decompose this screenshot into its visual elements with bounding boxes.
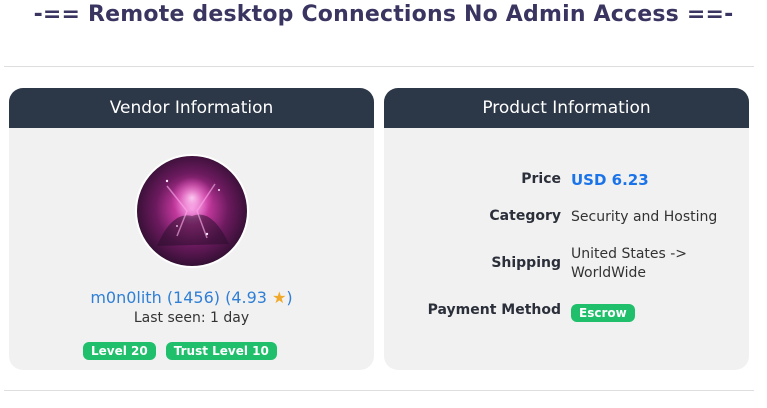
divider-bottom [4,390,754,391]
avatar[interactable] [135,154,249,268]
vendor-rating: (4.93 [225,288,267,307]
star-icon: ★ [272,288,287,307]
vendor-name-link[interactable]: m0n0lith (1456) (4.93 ★) [9,288,374,307]
payment-method-label: Payment Method [427,302,561,318]
vendor-card: Vendor Information m0n0lith (1456) (4.93… [9,88,374,370]
last-seen-text: Last seen: 1 day [133,310,250,326]
category-value: Security and Hosting [571,209,718,225]
shipping-to: WorldWide [571,265,647,281]
divider-top [4,66,754,67]
page-title: -== Remote desktop Connections No Admin … [33,2,734,27]
shipping-value: United States -> WorldWide [571,245,687,283]
product-card-header: Product Information [384,88,749,128]
price-value: USD 6.23 [571,171,649,189]
escrow-badge: Escrow [571,304,635,322]
price-label: Price [521,171,561,187]
vendor-name[interactable]: m0n0lith [90,288,161,307]
product-card: Product Information Price USD 6.23 Categ… [384,88,749,370]
level-badge: Level 20 [83,342,156,360]
category-label: Category [489,208,561,224]
vendor-sales-count: (1456) [166,288,221,307]
vendor-badges: Level 20 Trust Level 10 [83,342,277,360]
payment-method-value: Escrow [571,304,635,323]
shipping-label: Shipping [491,255,561,271]
vendor-rating-close: ) [286,288,293,307]
vendor-card-header: Vendor Information [9,88,374,128]
trust-level-badge: Trust Level 10 [165,342,277,360]
shipping-from: United States -> [571,246,688,262]
